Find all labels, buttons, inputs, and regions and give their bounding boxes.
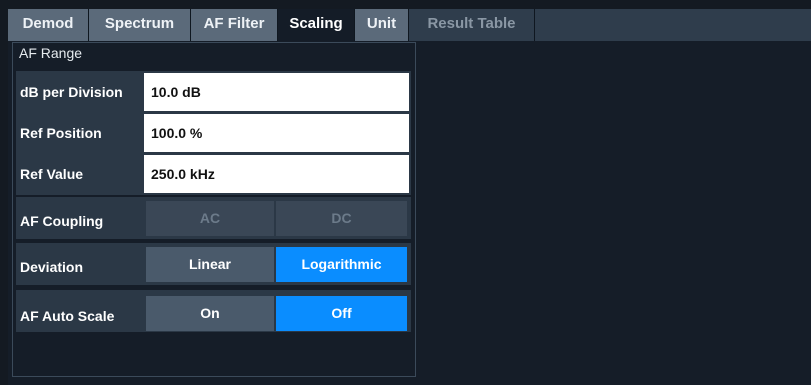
db-per-division-label: dB per Division bbox=[20, 84, 123, 100]
ref-value-input[interactable]: 250.0 kHz bbox=[144, 155, 409, 193]
deviation-linear-button[interactable]: Linear bbox=[146, 247, 274, 282]
dialog-window: Demod Spectrum AF Filter Scaling Unit Re… bbox=[8, 9, 811, 385]
tab-unit[interactable]: Unit bbox=[355, 9, 408, 41]
ref-position-input[interactable]: 100.0 % bbox=[144, 114, 409, 152]
deviation-label: Deviation bbox=[20, 259, 84, 275]
af-coupling-dc-button: DC bbox=[276, 201, 407, 236]
group-title: AF Range bbox=[19, 45, 83, 61]
deviation-logarithmic-button[interactable]: Logarithmic bbox=[276, 247, 407, 282]
af-auto-scale-off-button[interactable]: Off bbox=[276, 296, 407, 331]
af-auto-scale-label: AF Auto Scale bbox=[20, 308, 115, 324]
tab-result-table: Result Table bbox=[409, 9, 534, 41]
ref-position-label: Ref Position bbox=[20, 125, 102, 141]
tab-divider bbox=[534, 9, 535, 41]
tab-demod[interactable]: Demod bbox=[8, 9, 88, 41]
tab-spectrum[interactable]: Spectrum bbox=[89, 9, 190, 41]
af-coupling-ac-button: AC bbox=[146, 201, 274, 236]
tab-bar: Demod Spectrum AF Filter Scaling Unit Re… bbox=[8, 9, 811, 41]
af-coupling-label: AF Coupling bbox=[20, 213, 104, 229]
tab-af-filter[interactable]: AF Filter bbox=[191, 9, 277, 41]
af-auto-scale-on-button[interactable]: On bbox=[146, 296, 274, 331]
db-per-division-input[interactable]: 10.0 dB bbox=[144, 73, 409, 111]
tab-scaling[interactable]: Scaling bbox=[278, 9, 354, 41]
ref-value-label: Ref Value bbox=[20, 166, 84, 182]
